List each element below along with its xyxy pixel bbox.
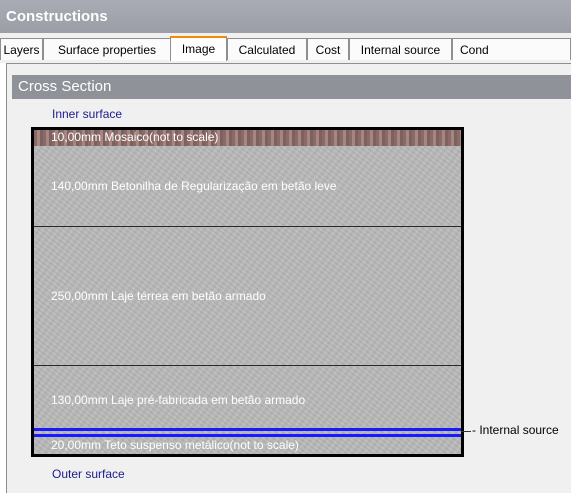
tab-strip: Layers Surface properties Image Calculat… <box>0 33 571 63</box>
title-bar: Constructions <box>0 0 571 34</box>
layer-teto-suspenso: 20,00mm Teto suspenso metálico(not to sc… <box>34 437 461 454</box>
layer-label: 10,00mm Mosaico(not to scale) <box>51 130 219 144</box>
layer-label: 250,00mm Laje térrea em betão armado <box>51 289 266 303</box>
tab-cond[interactable]: Cond <box>452 38 571 60</box>
layer-laje-terrea: 250,00mm Laje térrea em betão armado <box>34 227 461 365</box>
outer-surface-label: Outer surface <box>52 467 125 481</box>
layer-betonilha: 140,00mm Betonilha de Regularização em b… <box>34 146 461 226</box>
tab-surface-properties[interactable]: Surface properties <box>43 38 171 60</box>
layer-label: 140,00mm Betonilha de Regularização em b… <box>51 179 337 193</box>
section-header: Cross Section <box>12 75 571 99</box>
tab-cost[interactable]: Cost <box>307 38 349 60</box>
cross-section-diagram: 10,00mm Mosaico(not to scale) 140,00mm B… <box>31 127 464 457</box>
tab-calculated[interactable]: Calculated <box>227 38 307 60</box>
internal-source-leader <box>461 431 471 432</box>
layer-laje-prefabricada: 130,00mm Laje pré-fabricada em betão arm… <box>34 366 461 428</box>
window-title: Constructions <box>6 8 108 25</box>
internal-source-label: - Internal source <box>472 423 559 437</box>
tab-internal-source[interactable]: Internal source <box>349 38 452 60</box>
tab-image[interactable]: Image <box>170 36 227 61</box>
inner-surface-label: Inner surface <box>52 107 123 121</box>
layer-mosaico: 10,00mm Mosaico(not to scale) <box>34 130 461 146</box>
layer-label: 130,00mm Laje pré-fabricada em betão arm… <box>51 393 306 407</box>
tab-layers[interactable]: Layers <box>0 38 43 60</box>
layer-label: 20,00mm Teto suspenso metálico(not to sc… <box>51 438 299 452</box>
